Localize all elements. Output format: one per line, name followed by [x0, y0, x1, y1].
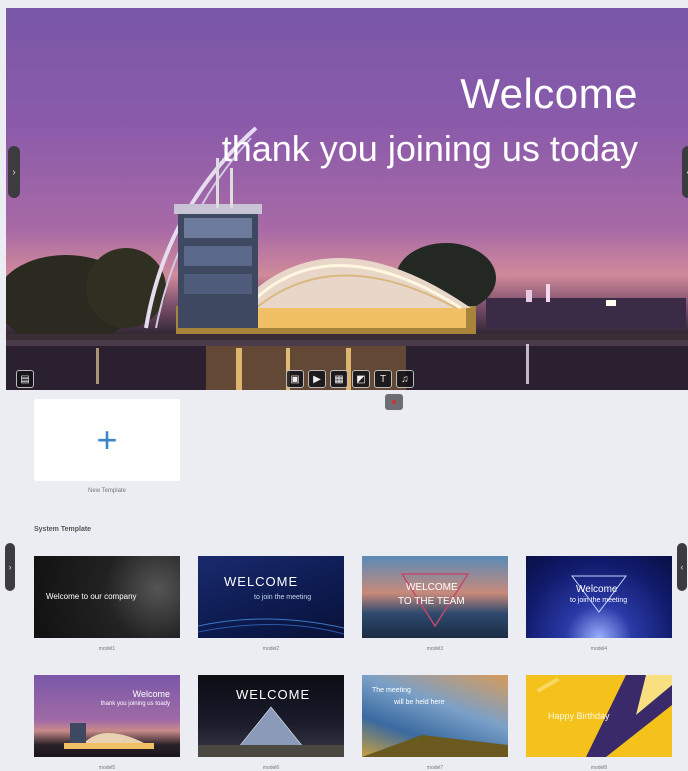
template-label: model8: [590, 765, 608, 771]
template-subtitle: thank you joining us toady: [100, 701, 170, 707]
template-label: model7: [426, 765, 444, 771]
right-panel-toggle[interactable]: ‹: [682, 146, 688, 198]
page-left-toggle[interactable]: ›: [5, 543, 15, 591]
text-icon: T: [379, 373, 387, 385]
chevron-left-icon: ‹: [680, 562, 684, 572]
text-button[interactable]: T: [374, 370, 392, 388]
music-icon: ♫: [401, 373, 409, 385]
page-right-toggle[interactable]: ‹: [677, 543, 687, 591]
plus-icon: +: [96, 419, 118, 460]
left-panel-toggle[interactable]: ›: [8, 146, 20, 198]
stadium-background-image: [6, 126, 688, 390]
image-icon: ◩: [356, 373, 366, 385]
template-subtitle: will be held here: [394, 699, 445, 706]
template-label: model2: [262, 646, 280, 652]
stadium-thumbnail: [64, 723, 154, 749]
image-button[interactable]: ◩: [352, 370, 370, 388]
template-label: model1: [98, 646, 116, 652]
template-card-model6[interactable]: WELCOME: [198, 675, 344, 757]
layout-icon: ▤: [20, 373, 30, 385]
template-card-model8[interactable]: Happy Birthday: [526, 675, 672, 757]
layout-button[interactable]: ▤: [16, 370, 34, 388]
background-button[interactable]: ▦: [330, 370, 348, 388]
handle-dot-icon: [392, 400, 396, 404]
template-label: model3: [426, 646, 444, 652]
template-text: Welcome to our company: [46, 592, 137, 601]
template-title: Welcome: [576, 584, 618, 595]
template-card-model5[interactable]: Welcome thank you joining us toady: [34, 675, 180, 757]
save-icon: ▣: [290, 373, 300, 385]
template-subtitle: TO THE TEAM: [398, 596, 465, 607]
slide-preview[interactable]: Welcome thank you joining us today › ‹ ▤…: [6, 8, 688, 390]
template-label: model5: [98, 765, 116, 771]
template-card-model4[interactable]: Welcome to join the meeting: [526, 556, 672, 638]
resize-handle[interactable]: [385, 394, 403, 410]
music-button[interactable]: ♫: [396, 370, 414, 388]
template-title: WELCOME: [224, 574, 299, 589]
present-icon: ▶: [313, 373, 321, 385]
template-card-model2[interactable]: WELCOME to join the meeting: [198, 556, 344, 638]
save-button[interactable]: ▣: [286, 370, 304, 388]
chevron-right-icon: ›: [8, 562, 12, 572]
template-card-model7[interactable]: The meeting will be held here: [362, 675, 508, 757]
template-label: model6: [262, 765, 280, 771]
template-subtitle: to join the meeting: [570, 597, 628, 604]
chevron-right-icon: ›: [12, 166, 16, 178]
new-template-button[interactable]: +: [34, 399, 180, 481]
template-title: The meeting: [372, 687, 411, 694]
template-title: WELCOME: [406, 582, 458, 593]
template-title: Welcome: [132, 689, 170, 699]
section-title: System Template: [34, 526, 92, 533]
template-title: Happy Birthday: [548, 711, 610, 721]
slide-subtitle[interactable]: thank you joining us today: [222, 128, 638, 170]
present-button[interactable]: ▶: [308, 370, 326, 388]
new-template-label: New Template: [88, 488, 126, 494]
template-card-model3[interactable]: WELCOME TO THE TEAM: [362, 556, 508, 638]
template-card-model1[interactable]: Welcome to our company: [34, 556, 180, 638]
template-subtitle: to join the meeting: [254, 594, 312, 601]
template-title: WELCOME: [236, 687, 311, 702]
background-icon: ▦: [334, 373, 344, 385]
slide-title[interactable]: Welcome: [460, 70, 638, 118]
template-label: model4: [590, 646, 608, 652]
